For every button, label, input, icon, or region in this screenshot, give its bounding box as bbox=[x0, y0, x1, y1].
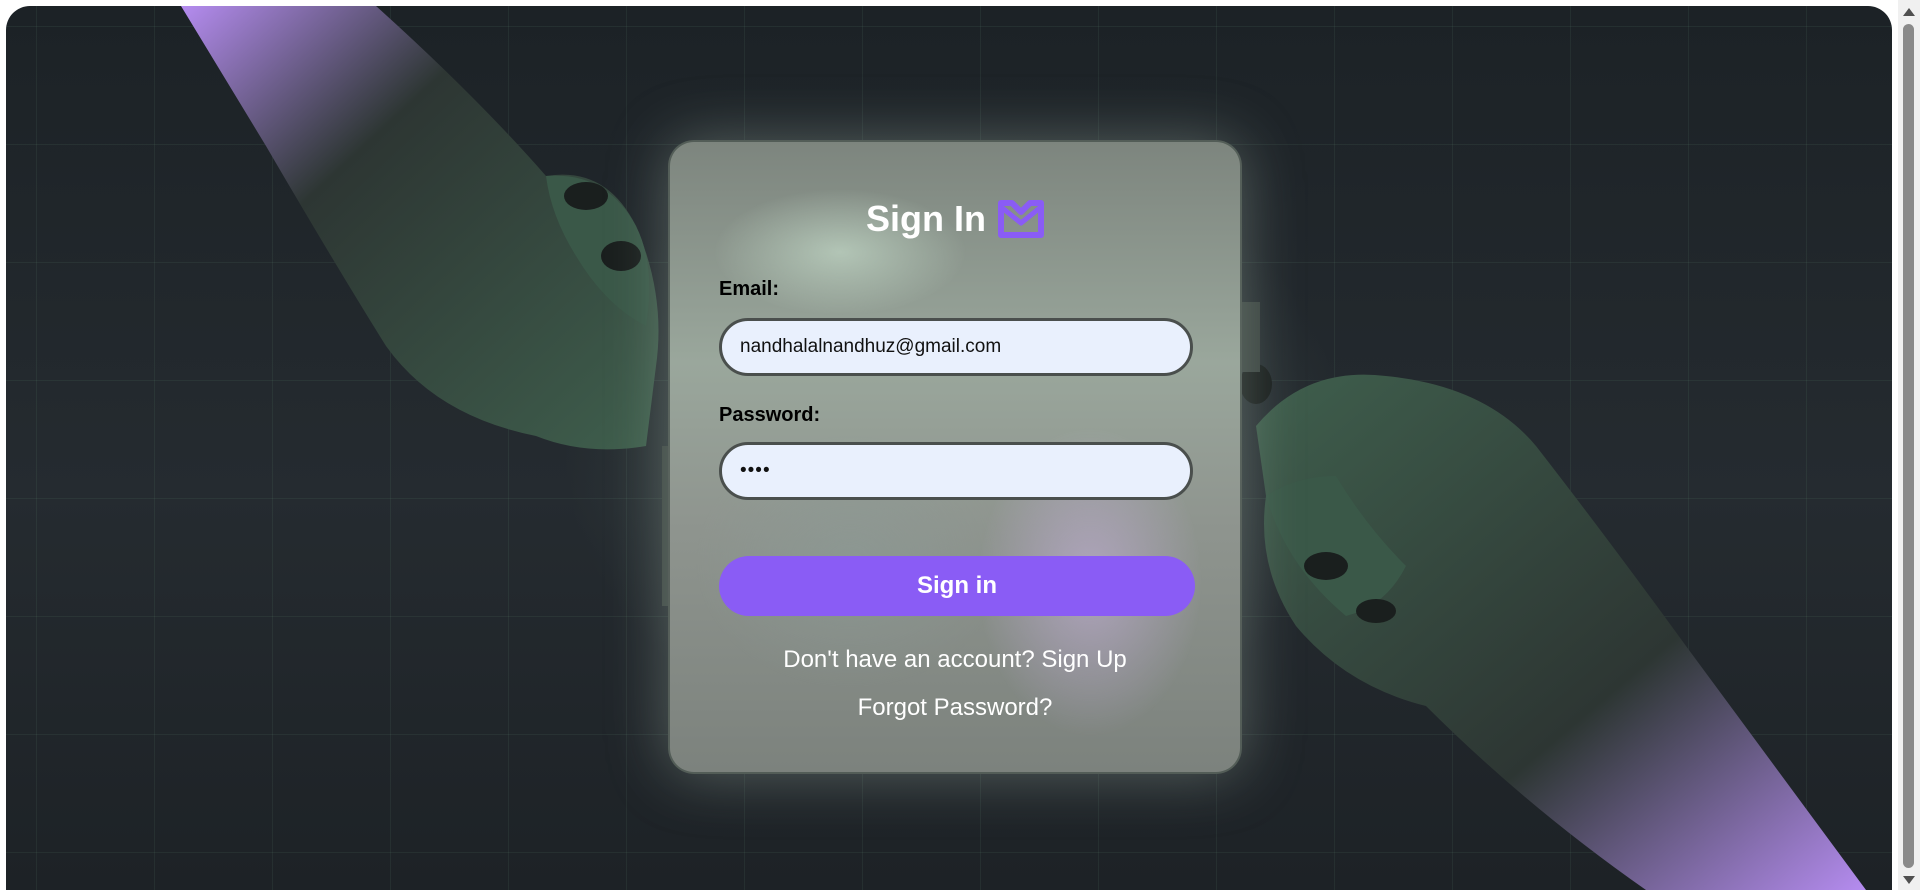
email-label: Email: bbox=[719, 278, 780, 300]
password-field[interactable] bbox=[719, 442, 1193, 500]
scroll-up-arrow-icon[interactable] bbox=[1903, 8, 1915, 16]
sign-up-link[interactable]: Sign Up bbox=[1041, 646, 1126, 673]
page-title: Sign In bbox=[866, 198, 986, 239]
sign-in-card: Sign In Email: Password: Sign in Don't h… bbox=[668, 140, 1242, 774]
mail-envelope-icon bbox=[998, 200, 1044, 238]
signup-row: Don't have an account? Sign Up bbox=[670, 646, 1240, 674]
sign-in-button[interactable]: Sign in bbox=[719, 556, 1195, 616]
email-field[interactable] bbox=[719, 318, 1193, 376]
scrollbar-thumb[interactable] bbox=[1903, 24, 1914, 868]
sign-in-title-row: Sign In bbox=[670, 196, 1240, 242]
vertical-scrollbar[interactable] bbox=[1898, 0, 1920, 890]
signup-prompt-text: Don't have an account? bbox=[783, 646, 1035, 673]
forgot-row: Forgot Password? bbox=[670, 694, 1240, 722]
forgot-password-link[interactable]: Forgot Password? bbox=[858, 694, 1053, 721]
password-label: Password: bbox=[719, 404, 821, 426]
scroll-down-arrow-icon[interactable] bbox=[1903, 876, 1915, 884]
app-background: Sign In Email: Password: Sign in Don't h… bbox=[6, 6, 1892, 890]
